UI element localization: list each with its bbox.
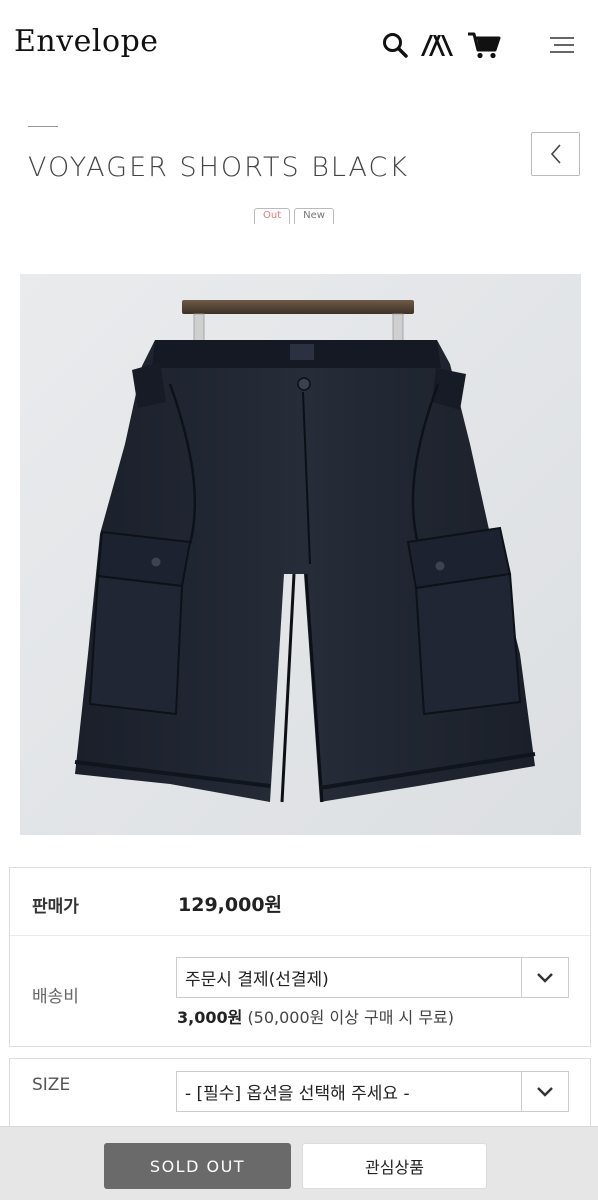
product-info-table: 판매가 129,000원 배송비 주문시 결제(선결제) 3,000원 (50,…	[9, 867, 591, 1047]
price-row: 판매가 129,000원	[10, 868, 590, 936]
chevron-down-icon[interactable]	[521, 1072, 568, 1111]
product-image[interactable]	[20, 274, 581, 835]
size-label: SIZE	[32, 1075, 71, 1095]
brand-icon[interactable]	[418, 28, 458, 62]
size-select-value: - [필수] 옵션을 선택해 주세요 -	[185, 1084, 410, 1104]
back-button[interactable]	[531, 132, 580, 176]
new-badge: New	[294, 208, 334, 224]
shipping-label: 배송비	[32, 987, 79, 1007]
menu-icon[interactable]	[544, 28, 578, 62]
chevron-down-icon[interactable]	[521, 958, 568, 997]
chevron-left-icon	[550, 144, 561, 164]
price-label: 판매가	[32, 897, 79, 917]
shipping-fee-note: 3,000원 (50,000원 이상 구매 시 무료)	[177, 1004, 454, 1028]
out-badge: Out	[254, 208, 291, 224]
shipping-method-value: 주문시 결제(선결제)	[185, 970, 329, 990]
product-title: VOYAGER SHORTS BLACK	[28, 152, 410, 183]
bottom-action-bar: SOLD OUT 관심상품	[0, 1126, 598, 1200]
cart-icon[interactable]	[466, 28, 502, 62]
search-icon[interactable]	[378, 28, 412, 62]
shipping-method-select[interactable]: 주문시 결제(선결제)	[176, 957, 569, 998]
wishlist-button[interactable]: 관심상품	[302, 1143, 487, 1189]
product-badges: Out New	[254, 208, 334, 224]
price-value: 129,000원	[178, 894, 283, 916]
header: Envelope	[0, 0, 598, 92]
shipping-fee: 3,000원	[177, 1008, 243, 1027]
site-logo[interactable]: Envelope	[14, 24, 159, 59]
title-divider	[28, 126, 58, 127]
size-select[interactable]: - [필수] 옵션을 선택해 주세요 -	[176, 1071, 569, 1112]
sold-out-button[interactable]: SOLD OUT	[104, 1143, 291, 1189]
free-shipping-condition: (50,000원 이상 구매 시 무료)	[247, 1008, 455, 1027]
